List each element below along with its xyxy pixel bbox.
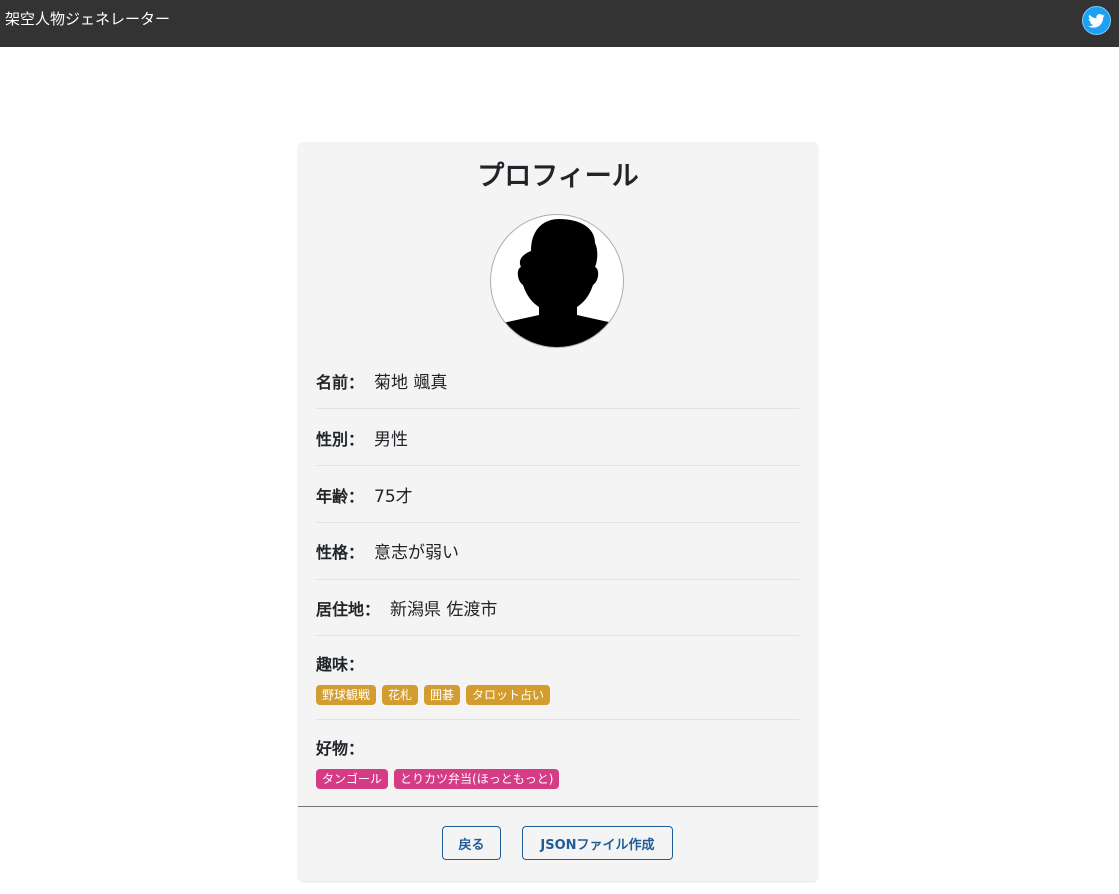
- like-tag: タンゴール: [316, 769, 389, 789]
- residence-value: 新潟県 佐渡市: [390, 600, 498, 620]
- hobby-tags: 野球観戦 花札 囲碁 タロット占い: [316, 685, 799, 705]
- like-tags: タンゴール とりカツ弁当(ほっともっと): [316, 769, 799, 789]
- gender-row: 性別： 男性: [316, 425, 799, 466]
- avatar: [490, 214, 624, 348]
- name-row: 名前： 菊地 颯真: [316, 368, 799, 409]
- likes-row: 好物： タンゴール とりカツ弁当(ほっともっと): [316, 735, 799, 795]
- person-silhouette-icon: [491, 219, 623, 347]
- profile-title: プロフィール: [477, 161, 639, 192]
- hobby-tag: 野球観戦: [316, 685, 377, 705]
- residence-row: 居住地： 新潟県 佐渡市: [316, 595, 799, 636]
- likes-label: 好物：: [316, 739, 365, 758]
- hobby-tag: 花札: [382, 685, 419, 705]
- card-footer-divider: [298, 806, 818, 807]
- gender-label: 性別：: [316, 430, 365, 449]
- personality-value: 意志が弱い: [374, 543, 460, 563]
- twitter-share-button[interactable]: [1082, 6, 1111, 35]
- personality-row: 性格： 意志が弱い: [316, 538, 799, 580]
- hobby-tag: 囲碁: [424, 685, 461, 705]
- hobbies-row: 趣味： 野球観戦 花札 囲碁 タロット占い: [316, 651, 799, 720]
- like-tag: とりカツ弁当(ほっともっと): [394, 769, 560, 789]
- hobbies-label: 趣味：: [316, 655, 365, 674]
- profile-card: プロフィール 名前： 菊地 颯真 性別： 男性 年齢： 75才 性格： 意志が弱い 居住…: [298, 142, 818, 881]
- age-label: 年齢：: [316, 487, 365, 506]
- top-navbar: 架空人物ジェネレーター: [0, 0, 1119, 47]
- age-value: 75才: [374, 487, 413, 507]
- hobby-tag: タロット占い: [466, 685, 551, 705]
- name-value: 菊地 颯真: [374, 373, 448, 393]
- gender-value: 男性: [374, 430, 409, 450]
- brand-title[interactable]: 架空人物ジェネレーター: [5, 9, 170, 29]
- back-button[interactable]: 戻る: [442, 826, 501, 860]
- create-json-button[interactable]: JSONファイル作成: [522, 826, 673, 860]
- name-label: 名前：: [316, 373, 365, 392]
- residence-label: 居住地：: [316, 600, 381, 619]
- personality-label: 性格：: [316, 543, 365, 562]
- age-row: 年齢： 75才: [316, 482, 799, 523]
- twitter-bird-icon: [1088, 13, 1105, 28]
